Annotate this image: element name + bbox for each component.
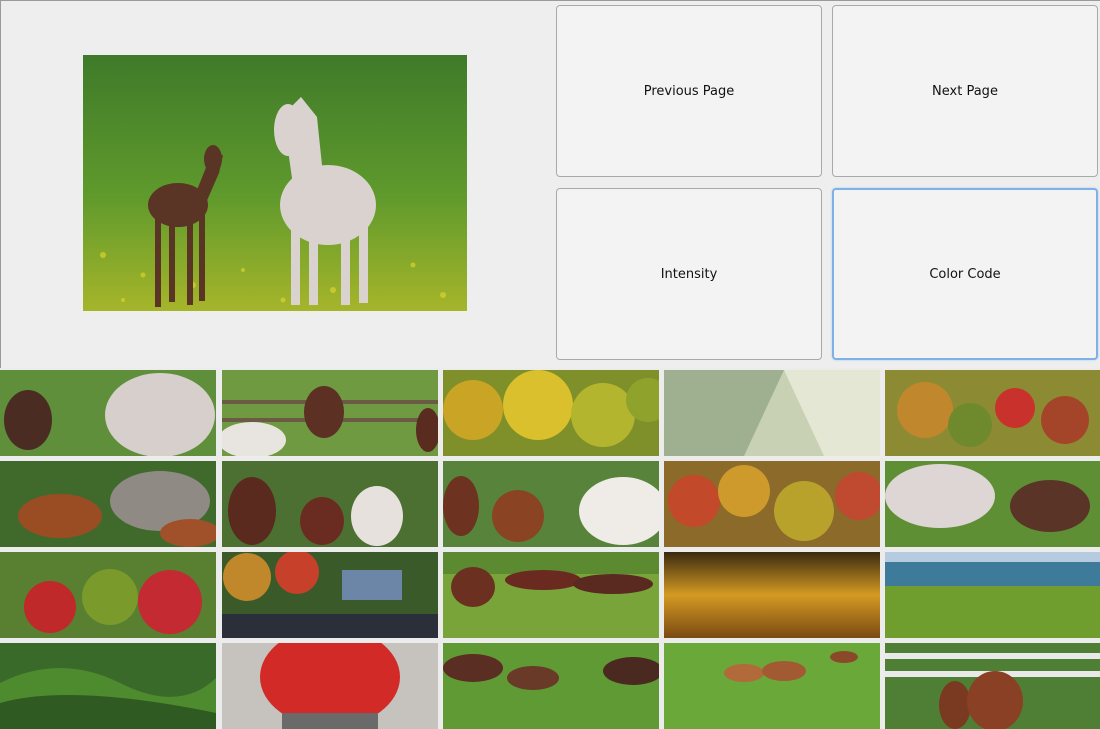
thumbnail-1[interactable] [0, 370, 216, 456]
thumbnail-grid [0, 368, 1100, 729]
top-panel: Previous Page Next Page Intensity Color … [0, 0, 1100, 368]
thumbnail-2[interactable] [222, 370, 438, 456]
intensity-label: Intensity [660, 266, 718, 282]
previous-page-label: Previous Page [643, 83, 735, 99]
thumbnail-12[interactable] [222, 552, 438, 638]
thumbnail-10[interactable] [885, 461, 1100, 547]
next-page-label: Next Page [932, 83, 998, 99]
thumbnail-8[interactable] [443, 461, 659, 547]
thumbnail-19[interactable] [664, 643, 880, 729]
color-code-label: Color Code [929, 266, 1001, 282]
thumbnail-17[interactable] [222, 643, 438, 729]
thumbnail-15[interactable] [885, 552, 1100, 638]
thumbnail-16[interactable] [0, 643, 216, 729]
next-page-button[interactable]: Next Page [832, 5, 1098, 177]
thumbnail-3[interactable] [443, 370, 659, 456]
color-code-button[interactable]: Color Code [832, 188, 1098, 360]
thumbnail-9[interactable] [664, 461, 880, 547]
intensity-button[interactable]: Intensity [556, 188, 822, 360]
thumbnail-13[interactable] [443, 552, 659, 638]
thumbnail-5[interactable] [885, 370, 1100, 456]
thumbnail-18[interactable] [443, 643, 659, 729]
thumbnail-6[interactable] [0, 461, 216, 547]
thumbnail-7[interactable] [222, 461, 438, 547]
thumbnail-20[interactable] [885, 643, 1100, 729]
preview-image [83, 55, 467, 311]
thumbnail-14[interactable] [664, 552, 880, 638]
thumbnail-11[interactable] [0, 552, 216, 638]
thumbnail-4[interactable] [664, 370, 880, 456]
previous-page-button[interactable]: Previous Page [556, 5, 822, 177]
